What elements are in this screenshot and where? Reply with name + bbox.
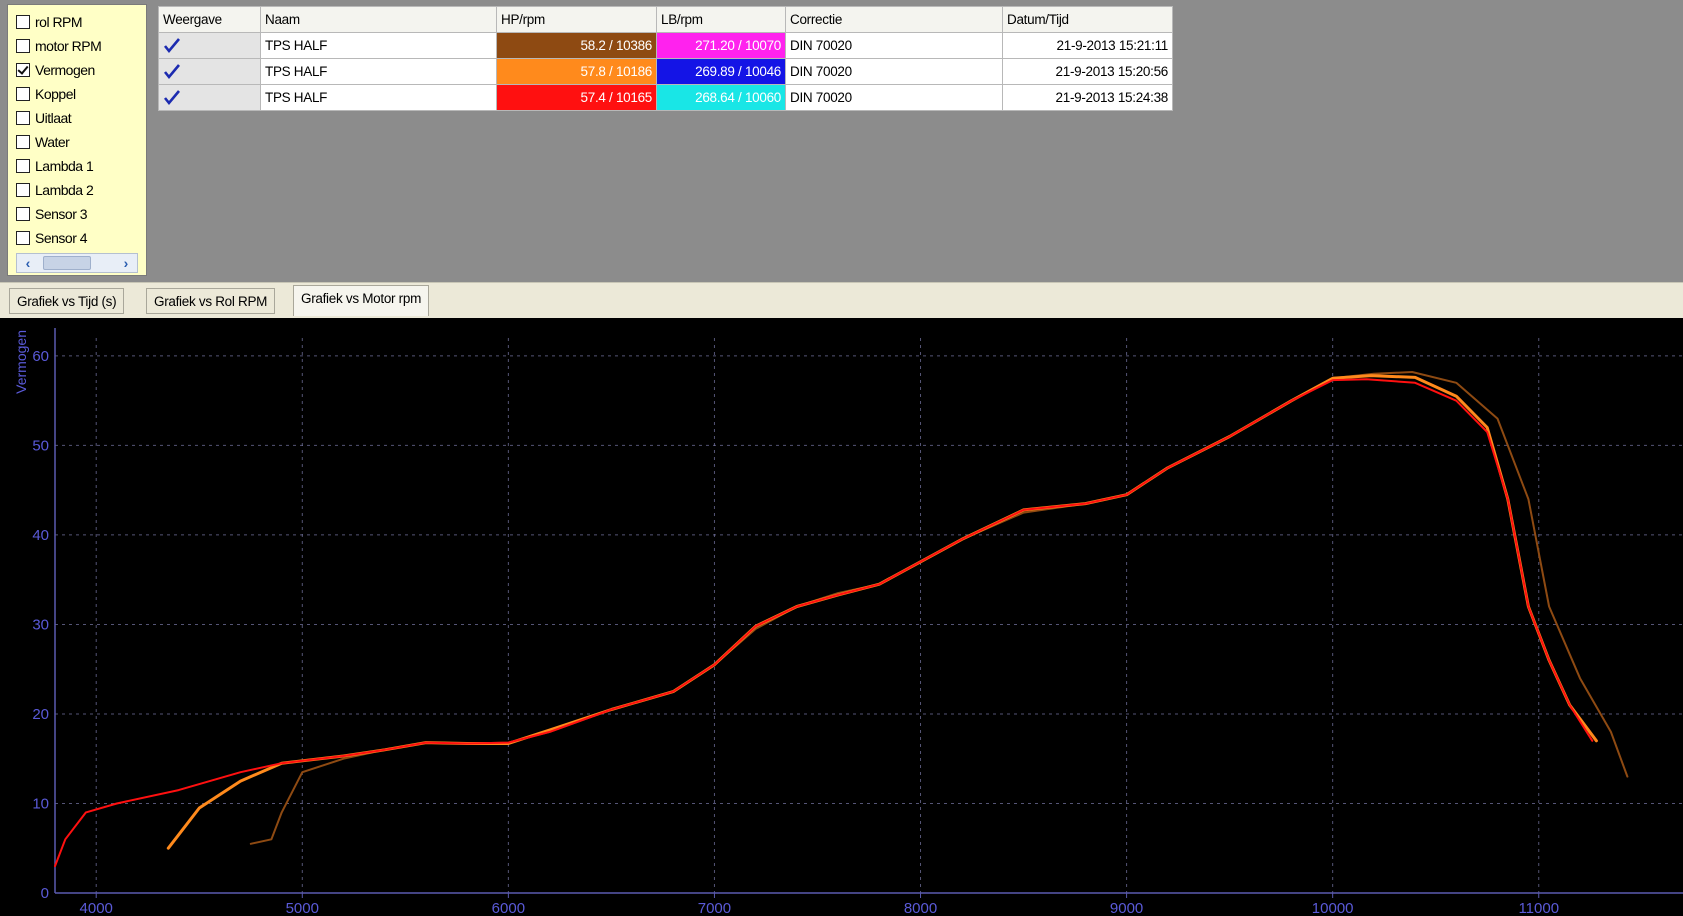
correction-cell: DIN 70020 bbox=[785, 32, 1003, 59]
weergave-cell[interactable] bbox=[158, 84, 261, 111]
hp-rpm-cell: 57.8 / 10186 bbox=[496, 58, 657, 85]
y-tick-label: 0 bbox=[41, 885, 49, 902]
x-tick-label: 9000 bbox=[1110, 900, 1143, 916]
x-tick-label: 10000 bbox=[1312, 900, 1354, 916]
channel-checkbox[interactable] bbox=[16, 135, 30, 149]
channel-label: Sensor 4 bbox=[35, 230, 88, 246]
channel-item[interactable]: Water bbox=[16, 131, 70, 153]
channel-checkbox[interactable] bbox=[16, 111, 30, 125]
channel-label: motor RPM bbox=[35, 38, 102, 54]
column-header-datum-tijd[interactable]: Datum/Tijd bbox=[1002, 6, 1173, 33]
channel-label: rol RPM bbox=[35, 14, 83, 30]
table-header-row: Weergave Naam HP/rpm LB/rpm Correctie Da… bbox=[158, 6, 1173, 33]
channel-label: Uitlaat bbox=[35, 110, 72, 126]
channel-checkbox[interactable] bbox=[16, 63, 30, 77]
channel-label: Koppel bbox=[35, 86, 76, 102]
power-chart-svg: 4000 5000 6000 7000 8000 9000 10000 11000 0 10 20 3… bbox=[13, 328, 1683, 916]
channel-label: Vermogen bbox=[35, 62, 95, 78]
lb-rpm-cell: 269.89 / 10046 bbox=[656, 58, 786, 85]
y-axis-label: Vermogen bbox=[13, 330, 29, 394]
y-tick-label: 60 bbox=[32, 348, 49, 365]
results-table: Weergave Naam HP/rpm LB/rpm Correctie Da… bbox=[158, 6, 1173, 111]
channel-label: Lambda 1 bbox=[35, 158, 94, 174]
channel-label: Water bbox=[35, 134, 70, 150]
x-tick-label: 11000 bbox=[1518, 900, 1559, 916]
series-line-1 bbox=[249, 371, 1629, 845]
channel-checkbox[interactable] bbox=[16, 15, 30, 29]
channel-item[interactable]: Lambda 1 bbox=[16, 155, 94, 177]
scroll-right-icon[interactable]: › bbox=[117, 254, 135, 272]
channel-label: Lambda 2 bbox=[35, 182, 94, 198]
results-body: TPS HALF 58.2 / 10386 271.20 / 10070 DIN 70… bbox=[158, 32, 1173, 111]
channel-panel: rol RPM motor RPM Vermogen Koppel Uitlaat Wat… bbox=[7, 4, 147, 276]
scroll-left-icon[interactable]: ‹ bbox=[19, 254, 37, 272]
power-chart: 4000 5000 6000 7000 8000 9000 10000 11000 0 10 20 3… bbox=[0, 318, 1683, 916]
column-header-weergave[interactable]: Weergave bbox=[158, 6, 261, 33]
channel-item[interactable]: Koppel bbox=[16, 83, 76, 105]
weergave-cell[interactable] bbox=[158, 58, 261, 85]
y-tick-label: 20 bbox=[32, 706, 49, 723]
hp-rpm-cell: 58.2 / 10386 bbox=[496, 32, 657, 59]
correction-cell: DIN 70020 bbox=[785, 58, 1003, 85]
x-tick-label: 7000 bbox=[698, 900, 731, 916]
channel-item[interactable]: Vermogen bbox=[16, 59, 95, 81]
name-cell: TPS HALF bbox=[260, 84, 497, 111]
lb-rpm-cell: 268.64 / 10060 bbox=[656, 84, 786, 111]
weergave-cell[interactable] bbox=[158, 32, 261, 59]
tab-strip: Grafiek vs Tijd (s) Grafiek vs Rol RPM G… bbox=[0, 282, 1683, 318]
channel-checkbox[interactable] bbox=[16, 207, 30, 221]
checkmark-icon[interactable] bbox=[163, 63, 181, 81]
checkmark-icon[interactable] bbox=[163, 37, 181, 55]
channel-item[interactable]: rol RPM bbox=[16, 11, 83, 33]
column-header-hp-rpm[interactable]: HP/rpm bbox=[496, 6, 657, 33]
series-line-2 bbox=[166, 374, 1598, 850]
channel-checkbox[interactable] bbox=[16, 159, 30, 173]
x-tick-label: 8000 bbox=[904, 900, 937, 916]
column-header-lb-rpm[interactable]: LB/rpm bbox=[656, 6, 786, 33]
channel-checkbox[interactable] bbox=[16, 231, 30, 245]
channel-item[interactable]: Lambda 2 bbox=[16, 179, 94, 201]
channel-item[interactable]: Uitlaat bbox=[16, 107, 72, 129]
channel-checkbox[interactable] bbox=[16, 183, 30, 197]
channel-checkbox[interactable] bbox=[16, 87, 30, 101]
lb-rpm-cell: 271.20 / 10070 bbox=[656, 32, 786, 59]
table-row[interactable]: TPS HALF 57.4 / 10165 268.64 / 10060 DIN 70… bbox=[158, 84, 1173, 111]
datetime-cell: 21-9-2013 15:21:11 bbox=[1002, 32, 1173, 59]
hp-rpm-cell: 57.4 / 10165 bbox=[496, 84, 657, 111]
name-cell: TPS HALF bbox=[260, 32, 497, 59]
table-row[interactable]: TPS HALF 57.8 / 10186 269.89 / 10046 DIN 70… bbox=[158, 58, 1173, 85]
channel-panel-scrollbar[interactable]: ‹ › bbox=[16, 253, 138, 273]
table-row[interactable]: TPS HALF 58.2 / 10386 271.20 / 10070 DIN 70… bbox=[158, 32, 1173, 59]
series-line-3 bbox=[54, 378, 1594, 868]
y-tick-label: 10 bbox=[32, 795, 49, 812]
tab-grafiek-vs-tijd[interactable]: Grafiek vs Tijd (s) bbox=[9, 288, 125, 314]
channel-item[interactable]: motor RPM bbox=[16, 35, 102, 57]
checkmark-icon[interactable] bbox=[163, 89, 181, 107]
y-tick-label: 40 bbox=[32, 527, 49, 544]
column-header-correctie[interactable]: Correctie bbox=[785, 6, 1003, 33]
y-tick-label: 50 bbox=[32, 437, 49, 454]
channel-item[interactable]: Sensor 4 bbox=[16, 227, 88, 249]
tab-grafiek-vs-rol-rpm[interactable]: Grafiek vs Rol RPM bbox=[146, 288, 276, 314]
datetime-cell: 21-9-2013 15:20:56 bbox=[1002, 58, 1173, 85]
column-header-naam[interactable]: Naam bbox=[260, 6, 497, 33]
x-tick-label: 5000 bbox=[286, 900, 319, 916]
channel-checkbox[interactable] bbox=[16, 39, 30, 53]
tab-grafiek-vs-motor-rpm[interactable]: Grafiek vs Motor rpm bbox=[293, 285, 430, 316]
datetime-cell: 21-9-2013 15:24:38 bbox=[1002, 84, 1173, 111]
channel-label: Sensor 3 bbox=[35, 206, 88, 222]
scrollbar-thumb[interactable] bbox=[43, 256, 91, 270]
x-tick-label: 6000 bbox=[492, 900, 525, 916]
x-tick-label: 4000 bbox=[80, 900, 113, 916]
name-cell: TPS HALF bbox=[260, 58, 497, 85]
channel-item[interactable]: Sensor 3 bbox=[16, 203, 88, 225]
y-tick-label: 30 bbox=[32, 616, 49, 633]
correction-cell: DIN 70020 bbox=[785, 84, 1003, 111]
